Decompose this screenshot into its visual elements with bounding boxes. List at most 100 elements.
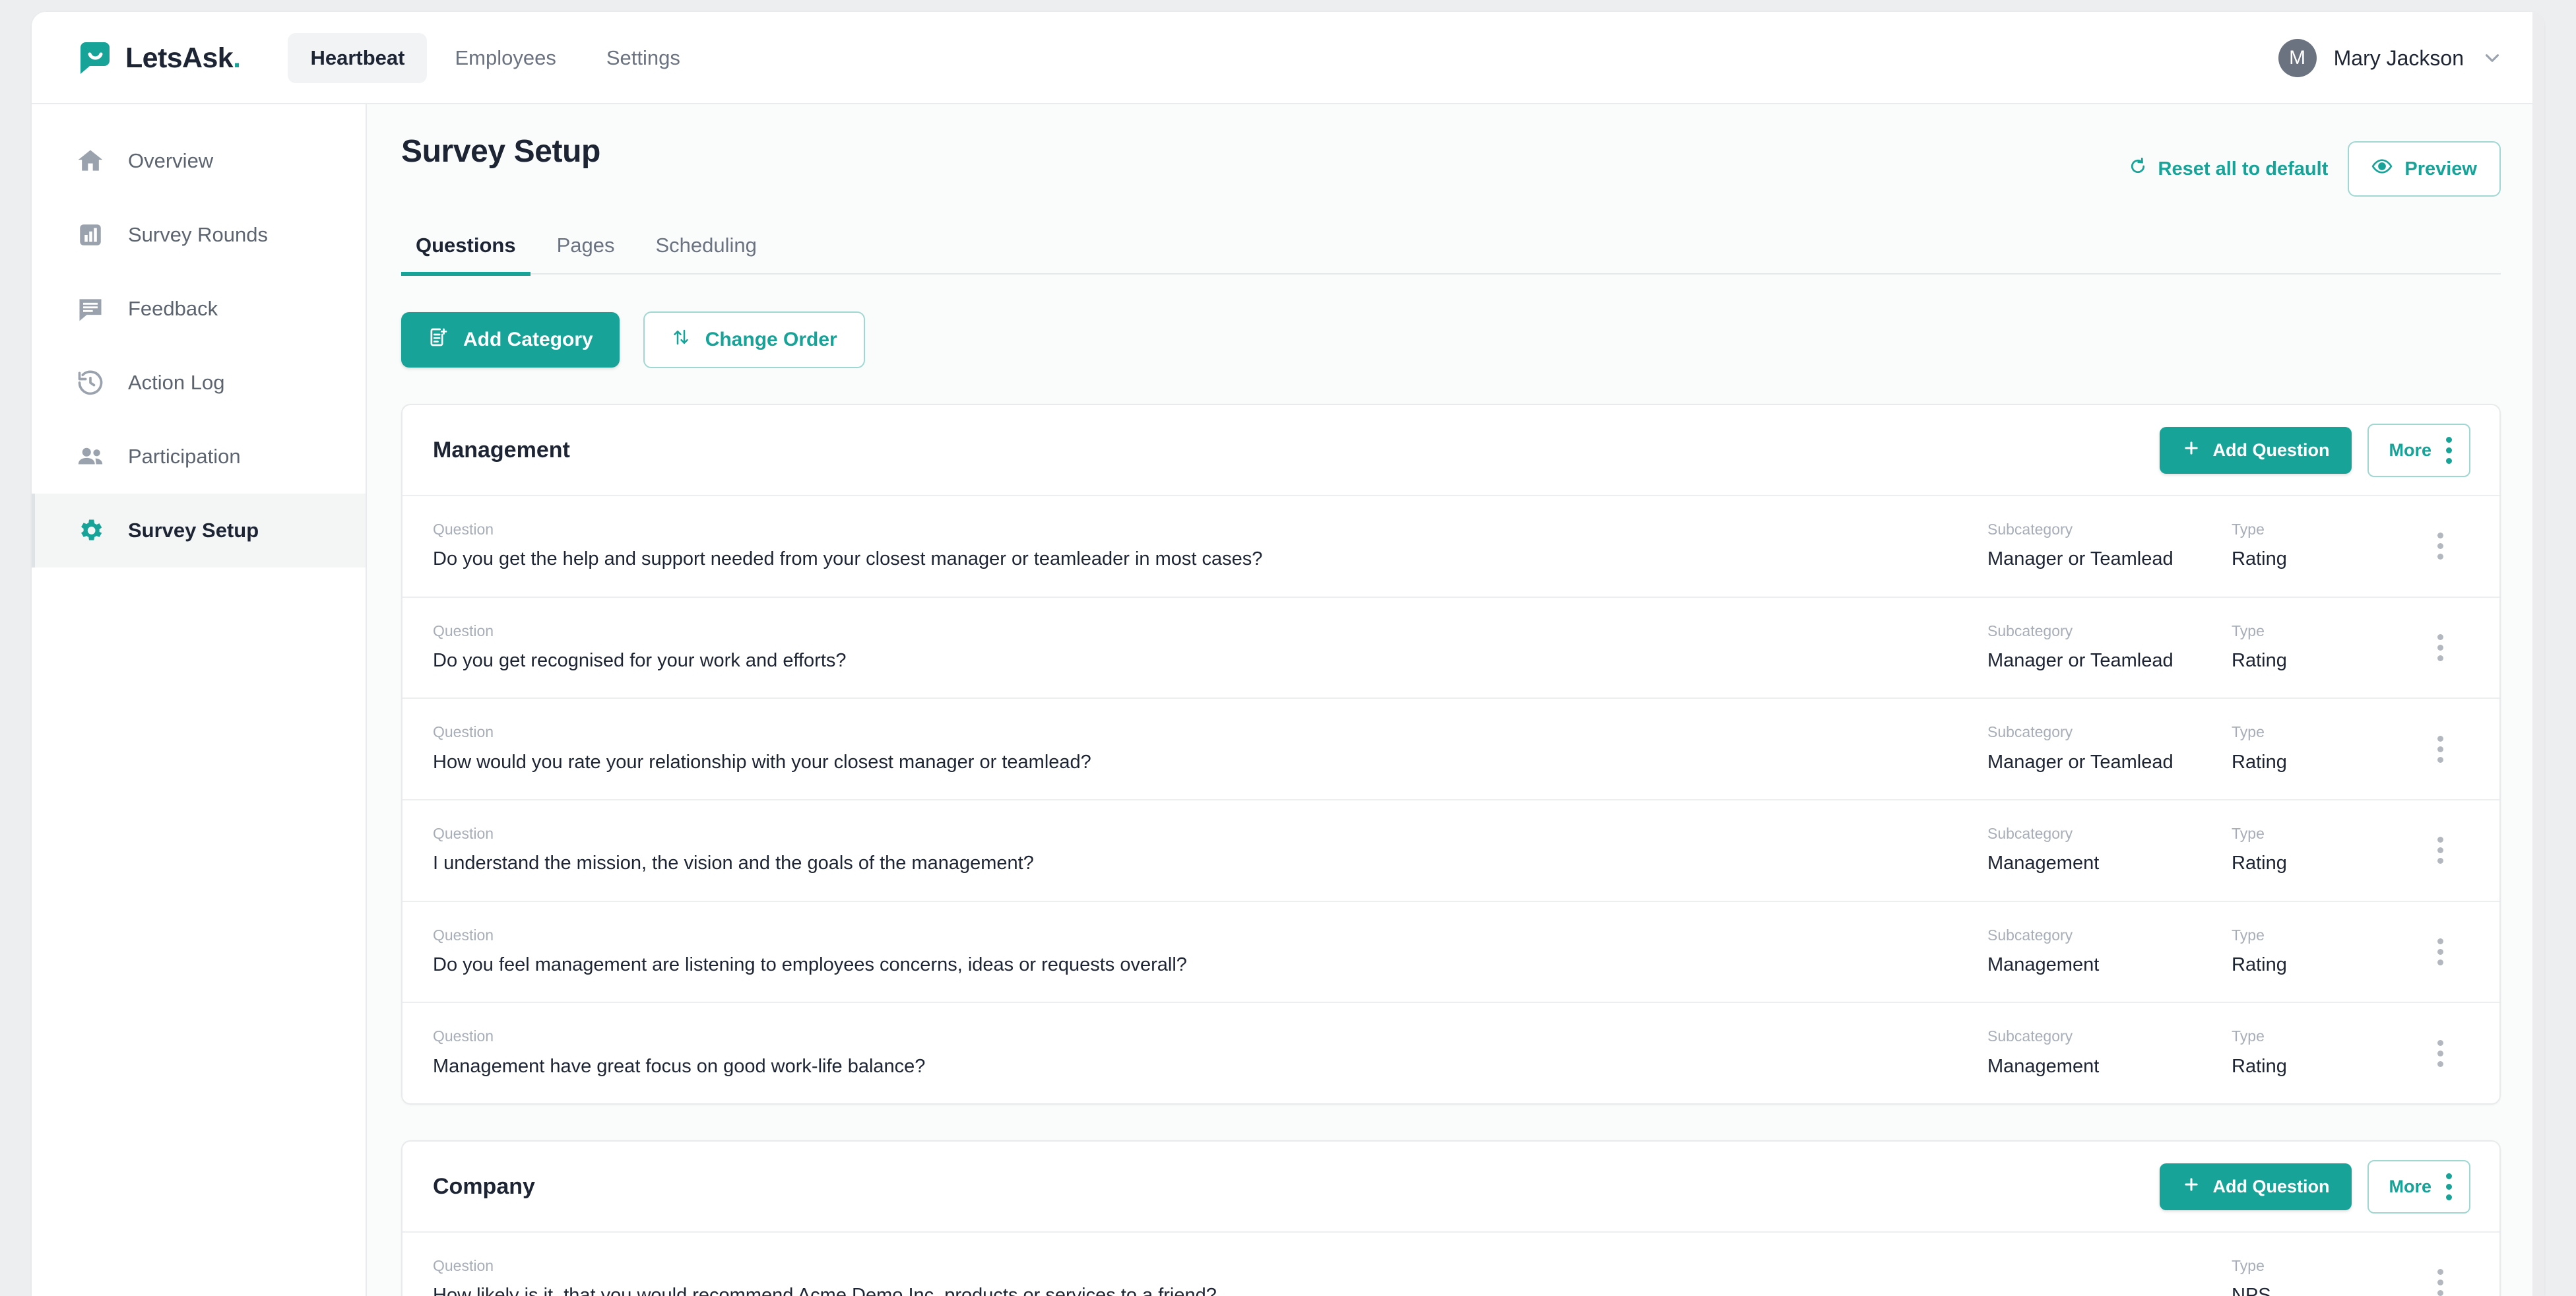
type-value: Rating [2232,954,2287,975]
plus-icon [2182,439,2201,462]
question-row[interactable]: Question Do you get recognised for your … [402,596,2499,698]
sidebar-item-overview[interactable]: Overview [32,124,366,198]
document-plus-icon [428,327,449,353]
category-title: Management [433,437,570,463]
user-menu[interactable]: M Mary Jackson [2278,39,2510,77]
question-text: Do you feel management are listening to … [433,954,1187,975]
type-cell: Type Rating [2232,924,2410,980]
kebab-menu-icon [2437,634,2443,662]
question-cell: Question Do you get recognised for your … [433,620,1987,676]
subcategory-value: Management [1987,954,2100,975]
type-cell: Type Rating [2232,1025,2410,1081]
nav-tab-employees[interactable]: Employees [432,33,578,83]
page-header-actions: Reset all to default Preview [2128,133,2501,197]
sidebar: Overview Survey Rounds Feedback Action L… [32,104,367,1296]
add-question-label: Add Question [2212,1176,2330,1196]
sub-tabs: Questions Pages Scheduling [401,224,2501,276]
type-value: Rating [2232,649,2287,671]
vertical-scrollbar[interactable] [2532,12,2544,1296]
question-row[interactable]: Question Management have great focus on … [402,1002,2499,1103]
question-column-label: Question [433,723,494,741]
add-question-label: Add Question [2212,439,2330,460]
question-column-label: Question [433,622,494,639]
brand-name: LetsAsk. [125,42,241,74]
type-column-label: Type [2232,825,2265,843]
body: Overview Survey Rounds Feedback Action L… [32,104,2544,1296]
sort-arrows-icon [671,327,691,352]
question-cell: Question I understand the mission, the v… [433,823,1987,878]
eye-icon [2371,156,2393,182]
preview-button[interactable]: Preview [2348,141,2501,197]
people-icon [75,441,106,472]
category-card: Management Add Question More Question Do… [401,404,2501,1105]
reset-label: Reset all to default [2158,158,2329,179]
type-cell: Type Rating [2232,823,2410,878]
add-category-button[interactable]: Add Category [401,312,620,368]
subcategory-cell: Subcategory Manager or Teamlead [1987,721,2232,777]
toolbar: Add Category Change Order [401,311,2501,368]
type-column-label: Type [2232,1027,2265,1045]
brand-logo[interactable]: LetsAsk. [77,40,241,77]
row-menu-button[interactable] [2410,1269,2470,1296]
more-label: More [2389,439,2431,460]
subcategory-column-label: Subcategory [1987,825,2073,843]
row-menu-button[interactable] [2410,938,2470,966]
add-question-button[interactable]: Add Question [2160,426,2352,474]
question-row[interactable]: Question Do you get the help and support… [402,495,2499,597]
tab-scheduling[interactable]: Scheduling [641,224,771,276]
question-row[interactable]: Question How likely is it, that you woul… [402,1231,2499,1296]
sidebar-item-survey-setup[interactable]: Survey Setup [32,494,366,567]
nav-tab-heartbeat[interactable]: Heartbeat [288,33,428,83]
tab-questions[interactable]: Questions [401,224,531,276]
row-menu-button[interactable] [2410,837,2470,864]
subcategory-value: Manager or Teamlead [1987,649,2174,671]
sidebar-item-feedback[interactable]: Feedback [32,272,366,346]
sidebar-item-label: Action Log [128,371,225,394]
type-value: Rating [2232,548,2287,570]
nav-tab-settings[interactable]: Settings [584,33,703,83]
type-column-label: Type [2232,723,2265,741]
kebab-menu-icon [2446,436,2452,464]
row-menu-button[interactable] [2410,634,2470,662]
row-menu-button[interactable] [2410,533,2470,560]
add-category-label: Add Category [463,329,593,350]
question-cell: Question Management have great focus on … [433,1025,1987,1081]
type-column-label: Type [2232,622,2265,639]
sidebar-item-participation[interactable]: Participation [32,420,366,494]
subcategory-value: Management [1987,853,2100,874]
tab-pages[interactable]: Pages [542,224,629,276]
sidebar-item-survey-rounds[interactable]: Survey Rounds [32,198,366,272]
top-nav: Heartbeat Employees Settings [288,33,702,83]
subcategory-cell: Subcategory Management [1987,1025,2232,1081]
home-icon [75,146,106,176]
app-window: LetsAsk. Heartbeat Employees Settings M … [32,12,2544,1296]
chevron-down-icon[interactable] [2481,47,2503,69]
kebab-menu-icon [2446,1173,2452,1200]
question-row[interactable]: Question How would you rate your relatio… [402,697,2499,799]
type-cell: Type NPS [2232,1255,2410,1296]
subcategory-column-label: Subcategory [1987,521,2073,538]
category-actions: Add Question More [2160,1159,2470,1214]
sidebar-item-action-log[interactable]: Action Log [32,346,366,420]
question-column-label: Question [433,825,494,843]
sidebar-item-label: Feedback [128,297,218,320]
avatar: M [2278,39,2317,77]
category-more-button[interactable]: More [2367,423,2470,477]
category-more-button[interactable]: More [2367,1159,2470,1214]
subcategory-cell: Subcategory Management [1987,924,2232,980]
question-row[interactable]: Question Do you feel management are list… [402,900,2499,1002]
row-menu-button[interactable] [2410,735,2470,763]
reset-all-to-default-button[interactable]: Reset all to default [2128,156,2329,181]
refresh-icon [2128,156,2148,181]
kebab-menu-icon [2437,837,2443,864]
change-order-button[interactable]: Change Order [643,311,865,368]
category-title: Company [433,1173,535,1199]
question-row[interactable]: Question I understand the mission, the v… [402,799,2499,901]
question-text: How would you rate your relationship wit… [433,751,1091,773]
add-question-button[interactable]: Add Question [2160,1163,2352,1210]
question-column-label: Question [433,1257,494,1275]
question-cell: Question How would you rate your relatio… [433,721,1987,777]
row-menu-button[interactable] [2410,1039,2470,1067]
question-text: Management have great focus on good work… [433,1055,926,1077]
user-name: Mary Jackson [2333,46,2464,70]
